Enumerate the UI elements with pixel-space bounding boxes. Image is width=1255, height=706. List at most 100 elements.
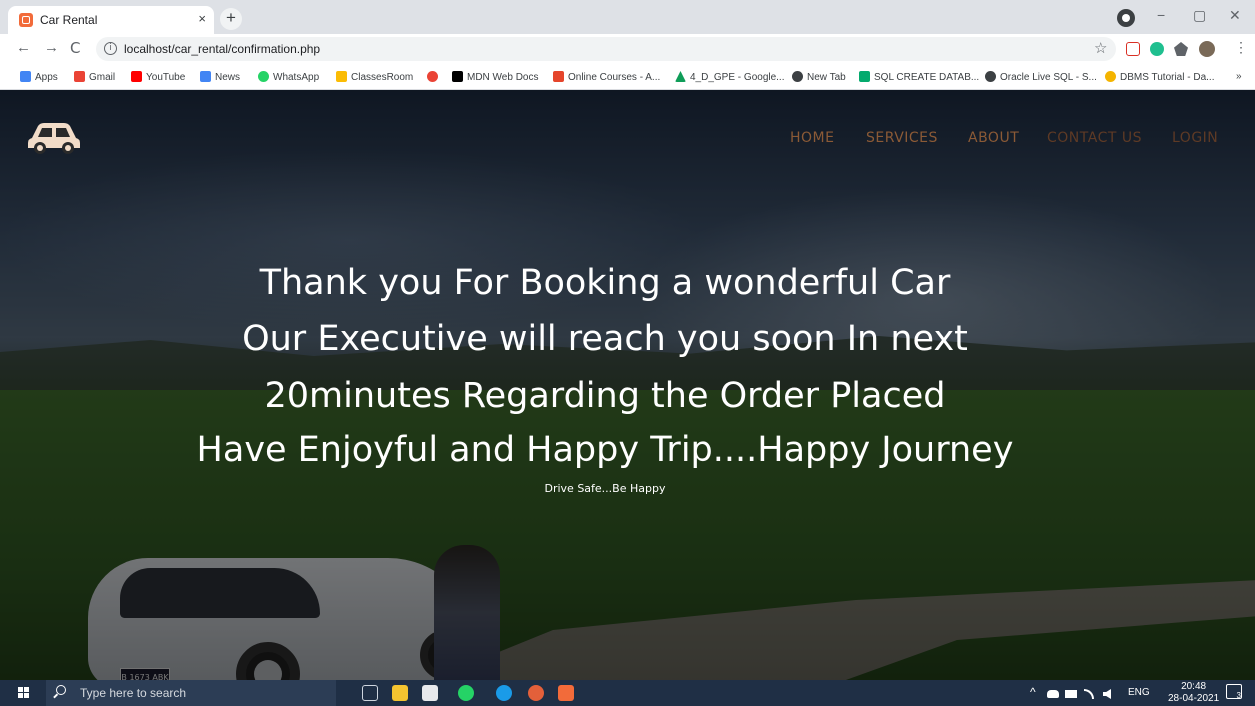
language-indicator[interactable]: ENG [1128,687,1150,698]
back-button[interactable]: ← [16,39,31,56]
nav-home[interactable]: HOME [790,130,834,146]
hero-section: B 1673 ABK HOME SERVICES ABOUT CONTACT U… [0,90,1255,680]
chrome-icon[interactable] [528,685,544,701]
bookmark-news[interactable]: News [200,71,240,83]
bookmark-mdn[interactable]: MDN Web Docs [452,71,539,83]
nav-login[interactable]: LOGIN [1172,130,1218,146]
bookmark-label: Online Courses - A... [568,72,661,83]
pocket-extension-icon[interactable] [1126,42,1140,56]
notification-center-icon[interactable]: 3 [1226,684,1242,700]
extensions-puzzle-icon[interactable] [1174,42,1188,56]
browser-toolbar: ← → C i localhost/car_rental/confirmatio… [0,34,1255,64]
globe-icon [985,71,996,82]
edge-icon[interactable] [496,685,512,701]
bookmark-label: ClassesRoom [351,72,414,83]
volume-icon[interactable] [1103,689,1111,699]
show-hidden-icons-icon[interactable]: ^ [1030,685,1036,699]
onedrive-icon[interactable] [1047,690,1059,698]
confirmation-line-1: Thank you For Booking a wonderful Car [259,263,951,303]
clock-date: 28-04-2021 [1168,693,1220,704]
site-info-icon[interactable]: i [104,42,117,55]
screen: Car Rental × + − ▢ ✕ ← → C i localhost/c… [0,0,1255,706]
file-explorer-icon[interactable] [392,685,408,701]
bookmark-label: MDN Web Docs [467,72,539,83]
tab-title: Car Rental [40,13,98,27]
nav-services[interactable]: SERVICES [866,130,938,146]
browser-menu-icon[interactable]: ⋮ [1234,39,1248,56]
windows-start-icon[interactable] [18,687,30,699]
bookmark-label: SQL CREATE DATAB... [874,72,980,83]
google-drive-icon [675,71,686,82]
bookmark-sql-create[interactable]: SQL CREATE DATAB... [859,71,979,83]
confirmation-line-4: Have Enjoyful and Happy Trip....Happy Jo… [196,430,1014,470]
bookmark-label: News [215,72,241,83]
account-avatar[interactable] [1199,41,1215,57]
taskbar-search[interactable]: Type here to search [46,680,336,706]
bookmark-label: WhatsApp [273,72,320,83]
bookmark-label: Oracle Live SQL - S... [1000,72,1097,83]
bookmarks-overflow-icon[interactable]: » [1236,71,1242,82]
globe-icon [792,71,803,82]
bookmark-whatsapp[interactable]: WhatsApp [258,71,319,83]
dbms-icon [1105,71,1116,82]
news-icon [200,71,211,82]
search-icon [56,685,66,695]
grammarly-extension-icon[interactable] [1150,42,1164,56]
bookmark-label: YouTube [146,72,186,83]
minimize-button[interactable]: − [1157,7,1165,23]
youtube-icon [131,71,142,82]
clock-time: 20:48 [1181,681,1207,692]
url-text[interactable]: localhost/car_rental/confirmation.php [124,42,320,56]
bookmark-pinwheel[interactable] [427,71,442,83]
w3schools-icon [859,71,870,82]
bookmark-label: Apps [35,72,58,83]
battery-icon[interactable] [1065,690,1077,698]
browser-tab[interactable]: Car Rental × [8,6,214,34]
confirmation-line-3: 20minutes Regarding the Order Placed [264,376,946,416]
address-bar[interactable]: i localhost/car_rental/confirmation.php [96,37,1116,61]
profile-icon[interactable] [1117,9,1135,27]
gmail-icon [74,71,85,82]
reload-button[interactable]: C [70,39,80,57]
udemy-icon [553,71,564,82]
apps-grid-icon [20,71,31,82]
bookmark-star-icon[interactable]: ☆ [1094,39,1107,57]
bookmark-oracle-live-sql[interactable]: Oracle Live SQL - S... [985,71,1097,83]
bookmark-online-courses[interactable]: Online Courses - A... [553,71,660,83]
search-placeholder: Type here to search [80,686,187,700]
tagline: Drive Safe...Be Happy [544,482,666,495]
bookmark-label: Gmail [89,72,116,83]
confirmation-line-2: Our Executive will reach you soon In nex… [242,319,968,359]
whatsapp-taskbar-icon[interactable] [458,685,474,701]
car-logo-icon[interactable] [26,120,82,156]
bookmark-classesroom[interactable]: ClassesRoom [336,71,413,83]
tab-close-icon[interactable]: × [198,11,206,26]
classroom-icon [336,71,347,82]
bookmark-apps[interactable]: Apps [20,71,58,83]
taskbar: Type here to search ^ ENG 20:48 28-04-20… [0,680,1255,706]
bookmark-youtube[interactable]: YouTube [131,71,185,83]
bookmark-dbms-tutorial[interactable]: DBMS Tutorial - Da... [1105,71,1214,83]
bookmark-label: DBMS Tutorial - Da... [1120,72,1215,83]
whatsapp-icon [258,71,269,82]
microsoft-store-icon[interactable] [422,685,438,701]
bookmarks-bar: Apps Gmail YouTube News WhatsApp Classes… [0,64,1255,90]
forward-button[interactable]: → [44,39,59,56]
clock[interactable]: 20:48 28-04-2021 [1168,681,1219,705]
bookmark-gmail[interactable]: Gmail [74,71,115,83]
car-rental-favicon-icon [19,13,33,27]
nav-contact-us[interactable]: CONTACT US [1047,130,1142,146]
tab-strip: Car Rental × + − ▢ ✕ [0,0,1255,34]
close-window-button[interactable]: ✕ [1229,7,1241,24]
bookmark-google-drive[interactable]: 4_D_GPE - Google... [675,71,785,83]
wifi-icon[interactable] [1084,689,1094,699]
mdn-icon [452,71,463,82]
nav-about[interactable]: ABOUT [968,130,1019,146]
bookmark-new-tab[interactable]: New Tab [792,71,846,83]
maximize-button[interactable]: ▢ [1193,7,1206,24]
new-tab-button[interactable]: + [220,8,242,30]
xampp-icon[interactable] [558,685,574,701]
task-view-icon[interactable] [362,685,378,701]
pinwheel-icon [427,71,438,82]
bookmark-label: 4_D_GPE - Google... [690,72,785,83]
